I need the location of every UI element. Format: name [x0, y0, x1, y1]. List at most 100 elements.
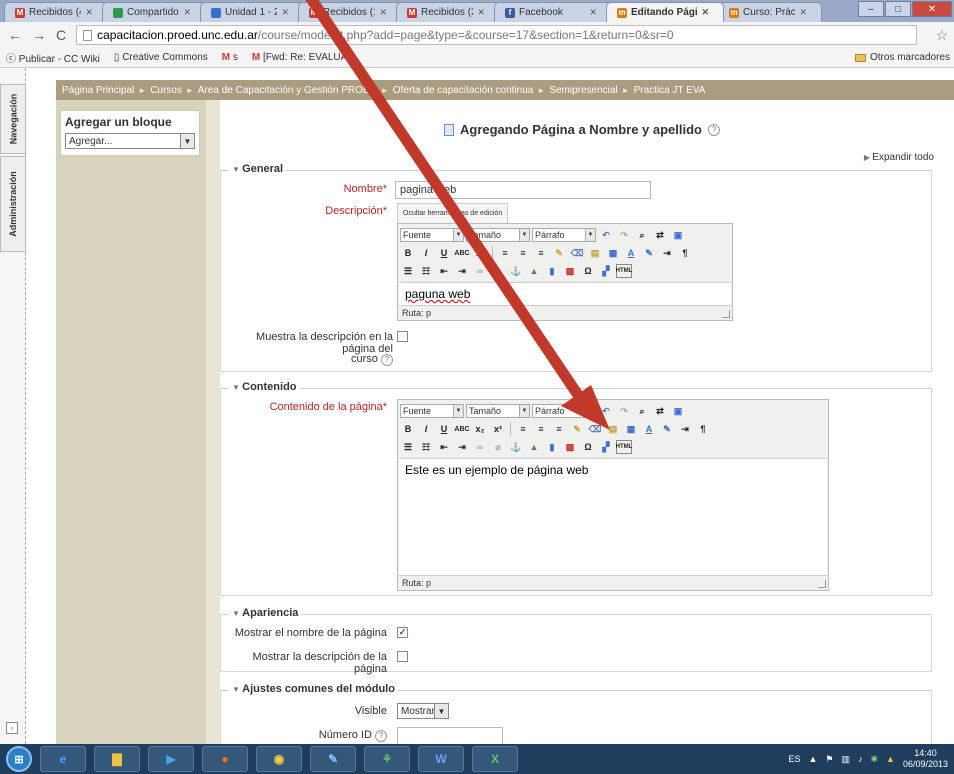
strikethrough-icon[interactable]: ABC	[454, 246, 470, 260]
id-number-input[interactable]	[397, 727, 503, 744]
close-tab-icon[interactable]: ✕	[379, 7, 387, 18]
tray-expand-icon[interactable]: ▲	[808, 754, 817, 764]
paste-word-icon[interactable]: ▦	[605, 246, 621, 260]
back-icon[interactable]: ←	[8, 27, 22, 43]
spell-icon[interactable]: ▞	[598, 440, 614, 454]
subscript-icon[interactable]: x₂	[472, 422, 488, 436]
dock-toggle-icon[interactable]: ▫	[6, 722, 18, 734]
eraser-icon[interactable]: ⌫	[587, 422, 603, 436]
expand-all-link[interactable]: ▶ Expandir todo	[864, 152, 934, 163]
browser-tab[interactable]: f Facebook ✕	[494, 2, 612, 22]
anchor-icon[interactable]: ⚓	[508, 440, 524, 454]
fullscreen-icon[interactable]: ▣	[670, 228, 686, 242]
start-button[interactable]: ⊞	[6, 746, 32, 772]
rtl-icon[interactable]: ¶	[677, 246, 693, 260]
legend-content[interactable]: ▼ Contenido	[229, 381, 300, 393]
media-icon[interactable]: ▮	[544, 264, 560, 278]
browser-tab[interactable]: M Recibidos (2) - ✕	[396, 2, 500, 22]
redo-icon[interactable]: ↷	[616, 228, 632, 242]
omega-icon[interactable]: Ω	[580, 440, 596, 454]
breadcrumb-link[interactable]: Cursos	[150, 85, 182, 96]
italic-icon[interactable]: I	[418, 246, 434, 260]
browser-tab[interactable]: m Curso: Prácticas✕	[718, 2, 822, 22]
find-icon[interactable]: ⌕	[634, 404, 650, 418]
content-textarea[interactable]: Este es un ejemplo de página web	[399, 458, 827, 576]
resize-grip-icon[interactable]	[818, 580, 826, 588]
align-left-icon[interactable]: ≡	[497, 246, 513, 260]
undo-icon[interactable]: ↶	[598, 404, 614, 418]
legend-appearance[interactable]: ▼ Apariencia	[229, 607, 302, 619]
browser-tab[interactable]: M Recibidos (1.112 ✕	[298, 2, 402, 22]
image-icon[interactable]: ▲	[526, 264, 542, 278]
side-tab-administracion[interactable]: Administración	[0, 156, 26, 252]
show-desc-checkbox[interactable]	[397, 651, 408, 662]
drive-sync-icon[interactable]: ▲	[886, 754, 895, 764]
clean-icon[interactable]: ✎	[551, 246, 567, 260]
strikethrough-icon[interactable]: ABC	[454, 422, 470, 436]
minimize-button[interactable]: –	[858, 1, 884, 17]
table-icon[interactable]: ▩	[562, 440, 578, 454]
side-tab-navegacion[interactable]: Navegación	[0, 84, 26, 154]
browser-tab[interactable]: Unidad 1 - 2 ✕	[200, 2, 304, 22]
close-tab-icon[interactable]: ✕	[701, 7, 709, 18]
close-tab-icon[interactable]: ✕	[477, 7, 485, 18]
bold-icon[interactable]: B	[400, 422, 416, 436]
close-tab-icon[interactable]: ✕	[589, 7, 597, 18]
unlink-icon[interactable]: ⌀	[490, 440, 506, 454]
legend-module-settings[interactable]: ▼ Ajustes comunes del módulo	[229, 683, 398, 695]
language-indicator[interactable]: ES	[788, 754, 800, 764]
highlight-icon[interactable]: ✎	[659, 422, 675, 436]
bookmark-gmail[interactable]: M s	[222, 52, 238, 63]
hide-editing-tools-tab[interactable]: Ocultar herramientas de edición	[397, 203, 509, 223]
network-icon[interactable]: ▥	[841, 754, 850, 765]
paste-text-icon[interactable]: ▤	[605, 422, 621, 436]
link-icon[interactable]: ∞	[472, 440, 488, 454]
underline-icon[interactable]: U	[436, 246, 452, 260]
breadcrumb-link[interactable]: Página Principal	[62, 85, 134, 96]
breadcrumb-link[interactable]: Area de Capacitación y Gestión PROED	[198, 85, 377, 96]
spell-icon[interactable]: ▞	[598, 264, 614, 278]
breadcrumb-link[interactable]: Practica JT EVA	[634, 85, 706, 96]
text-color-icon[interactable]: A	[623, 246, 639, 260]
address-bar[interactable]: capacitacion.proed.unc.edu.ar/course/mod…	[76, 25, 918, 45]
chrome-taskbar-button[interactable]: ◉	[256, 746, 302, 772]
html-icon[interactable]: HTML	[616, 264, 632, 278]
browser-tab[interactable]: Compartido con ✕	[102, 2, 206, 22]
align-right-icon[interactable]: ≡	[533, 246, 549, 260]
media-player-taskbar-button[interactable]: ▶	[148, 746, 194, 772]
firefox-taskbar-button[interactable]: ●	[202, 746, 248, 772]
paste-text-icon[interactable]: ▤	[587, 246, 603, 260]
paragraph-select[interactable]: Párrafo ▼	[532, 228, 596, 242]
align-center-icon[interactable]: ≡	[533, 422, 549, 436]
omega-icon[interactable]: Ω	[580, 264, 596, 278]
bullet-list-icon[interactable]: ☰	[400, 440, 416, 454]
close-tab-icon[interactable]: ✕	[281, 7, 289, 18]
help-icon[interactable]: ?	[708, 123, 720, 136]
replace-icon[interactable]: ⇄	[652, 228, 668, 242]
name-input[interactable]: pagina web	[395, 181, 651, 199]
breadcrumb-link[interactable]: Semipresencial	[549, 85, 617, 96]
visible-select[interactable]: Mostrar ▼	[397, 703, 449, 719]
indent-icon[interactable]: ⇥	[454, 440, 470, 454]
ltr-icon[interactable]: ⇥	[659, 246, 675, 260]
unlink-icon[interactable]: ⌀	[490, 264, 506, 278]
other-bookmarks[interactable]: Otros marcadores	[854, 52, 950, 63]
show-description-checkbox[interactable]	[397, 331, 408, 342]
table-icon[interactable]: ▩	[562, 264, 578, 278]
redo-icon[interactable]: ↷	[616, 404, 632, 418]
link-icon[interactable]: ∞	[472, 264, 488, 278]
superscript-icon[interactable]: x²	[472, 246, 488, 260]
ltr-icon[interactable]: ⇥	[677, 422, 693, 436]
size-select[interactable]: Tamaño ▼	[466, 404, 530, 418]
word-taskbar-button[interactable]: W	[418, 746, 464, 772]
number-list-icon[interactable]: ☷	[418, 440, 434, 454]
resize-grip-icon[interactable]	[722, 310, 730, 318]
rtl-icon[interactable]: ¶	[695, 422, 711, 436]
text-color-icon[interactable]: A	[641, 422, 657, 436]
description-textarea[interactable]: paguna web	[399, 282, 731, 306]
underline-icon[interactable]: U	[436, 422, 452, 436]
forward-icon[interactable]: →	[32, 27, 46, 43]
flag-icon[interactable]: ⚑	[825, 754, 833, 765]
volume-icon[interactable]: ♪	[858, 754, 863, 764]
reload-icon[interactable]: C	[56, 27, 66, 43]
